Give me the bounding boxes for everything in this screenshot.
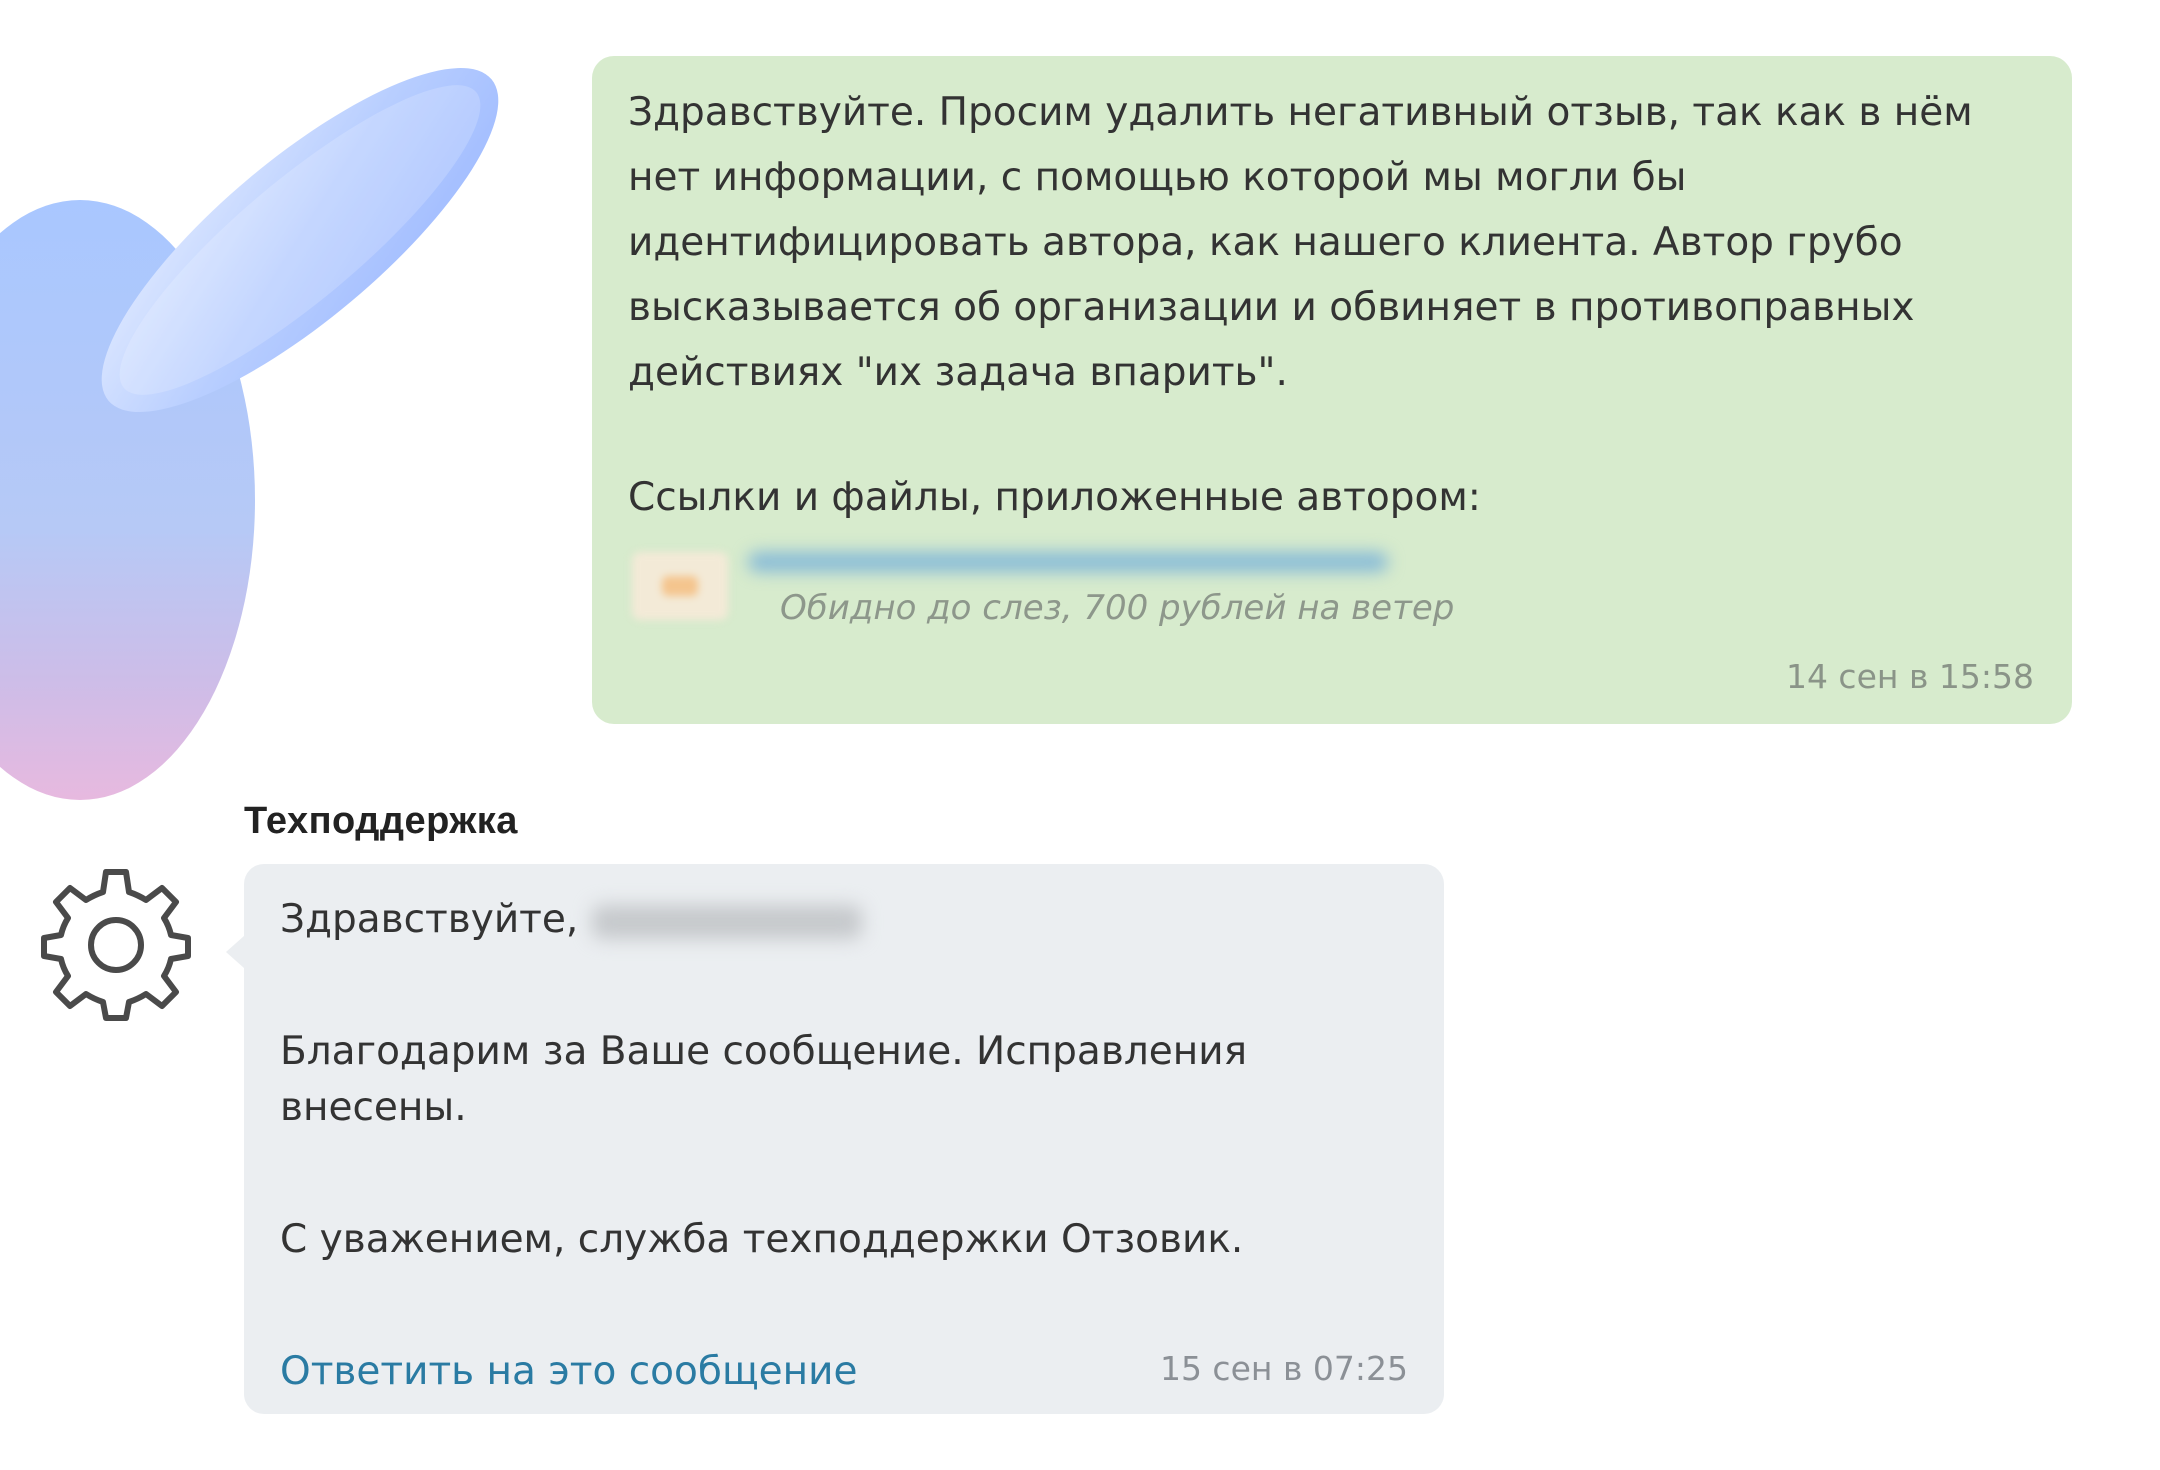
user-avatar-bunny xyxy=(0,68,499,800)
attachment-link[interactable]: Обидно до слез, 700 рублей на ветер xyxy=(628,538,2036,638)
message-signature: С уважением, служба техподдержки Отзовик… xyxy=(280,1217,1244,1262)
outgoing-message: Здравствуйте. Просим удалить негативный … xyxy=(592,56,2072,724)
greeting-text: Здравствуйте, xyxy=(280,897,579,942)
gear-icon xyxy=(41,869,191,1021)
outgoing-timestamp: 14 сен в 15:58 xyxy=(1785,657,2034,696)
recipient-name-redacted xyxy=(592,904,863,939)
incoming-timestamp: 15 сен в 07:25 xyxy=(1159,1349,1408,1388)
reply-link[interactable]: Ответить на это сообщение xyxy=(280,1344,858,1400)
attachments-heading: Ссылки и файлы, приложенные автором: xyxy=(628,475,1481,520)
attachment-title-redacted[interactable] xyxy=(748,542,1388,578)
conversation-view: Здравствуйте. Просим удалить негативный … xyxy=(0,0,2160,1470)
message-tail xyxy=(226,936,244,968)
greeting-line: Здравствуйте, xyxy=(280,892,1408,948)
attachment-subtitle: Обидно до слез, 700 рублей на ветер xyxy=(780,588,1455,628)
attachment-thumbnail xyxy=(632,552,728,620)
incoming-message: Здравствуйте, Благодарим за Ваше сообщен… xyxy=(226,864,1444,1414)
sender-name: Техподдержка xyxy=(244,800,518,842)
outgoing-message-text: Здравствуйте. Просим удалить негативный … xyxy=(628,90,1973,395)
message-body: Благодарим за Ваше сообщение. Исправлени… xyxy=(280,1029,1248,1130)
